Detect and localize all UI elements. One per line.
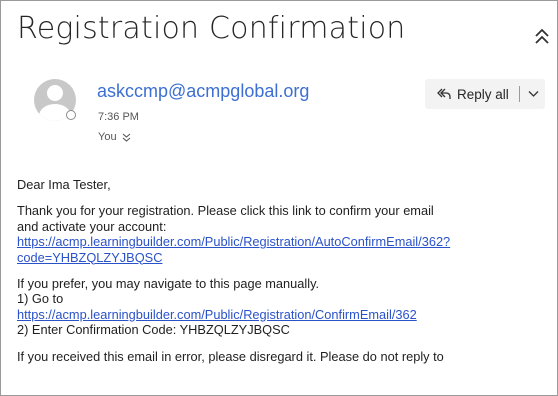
recipient-name: You: [98, 131, 117, 143]
reply-all-label: Reply all: [457, 86, 509, 102]
avatar-head: [47, 85, 63, 101]
auto-confirm-link[interactable]: https://acmp.learningbuilder.com/Public/…: [17, 234, 553, 249]
email-body: Dear Ima Tester, Thank you for your regi…: [17, 177, 553, 375]
confirm-email-link[interactable]: https://acmp.learningbuilder.com/Public/…: [17, 307, 553, 322]
reply-all-button[interactable]: Reply all: [425, 79, 545, 109]
step-one: 1) Go to: [17, 291, 64, 307]
reply-all-icon: [437, 88, 451, 99]
body-text-line: If you received this email in error, ple…: [17, 348, 444, 364]
body-text-line: and activate your account:: [17, 218, 167, 234]
chevron-down-icon[interactable]: [528, 90, 539, 98]
auto-confirm-link-continued[interactable]: code=YHBZQLZYJBQSC: [17, 250, 553, 265]
step-two: 2) Enter Confirmation Code: YHBZQLZYJBQS…: [17, 322, 290, 338]
received-time: 7:36 PM: [98, 111, 139, 123]
body-text-line: Thank you for your registration. Please …: [17, 203, 434, 219]
presence-status-icon: [66, 110, 76, 120]
greeting: Dear Ima Tester,: [17, 177, 111, 192]
paragraph-confirm: Thank you for your registration. Please …: [17, 203, 553, 265]
sender-address[interactable]: askccmp@acmpglobal.org: [97, 81, 309, 102]
email-reading-pane: Registration Confirmation askccmp@acmpgl…: [0, 0, 558, 396]
paragraph-manual: If you prefer, you may navigate to this …: [17, 276, 553, 338]
paragraph-disclaimer: If you received this email in error, ple…: [17, 349, 553, 364]
double-chevron-up-icon[interactable]: [533, 27, 551, 47]
button-divider: [518, 86, 520, 102]
body-text-line: If you prefer, you may navigate to this …: [17, 276, 320, 292]
email-subject: Registration Confirmation: [17, 11, 406, 46]
recipients-line[interactable]: You: [98, 131, 131, 143]
double-chevron-down-icon[interactable]: [122, 133, 131, 142]
